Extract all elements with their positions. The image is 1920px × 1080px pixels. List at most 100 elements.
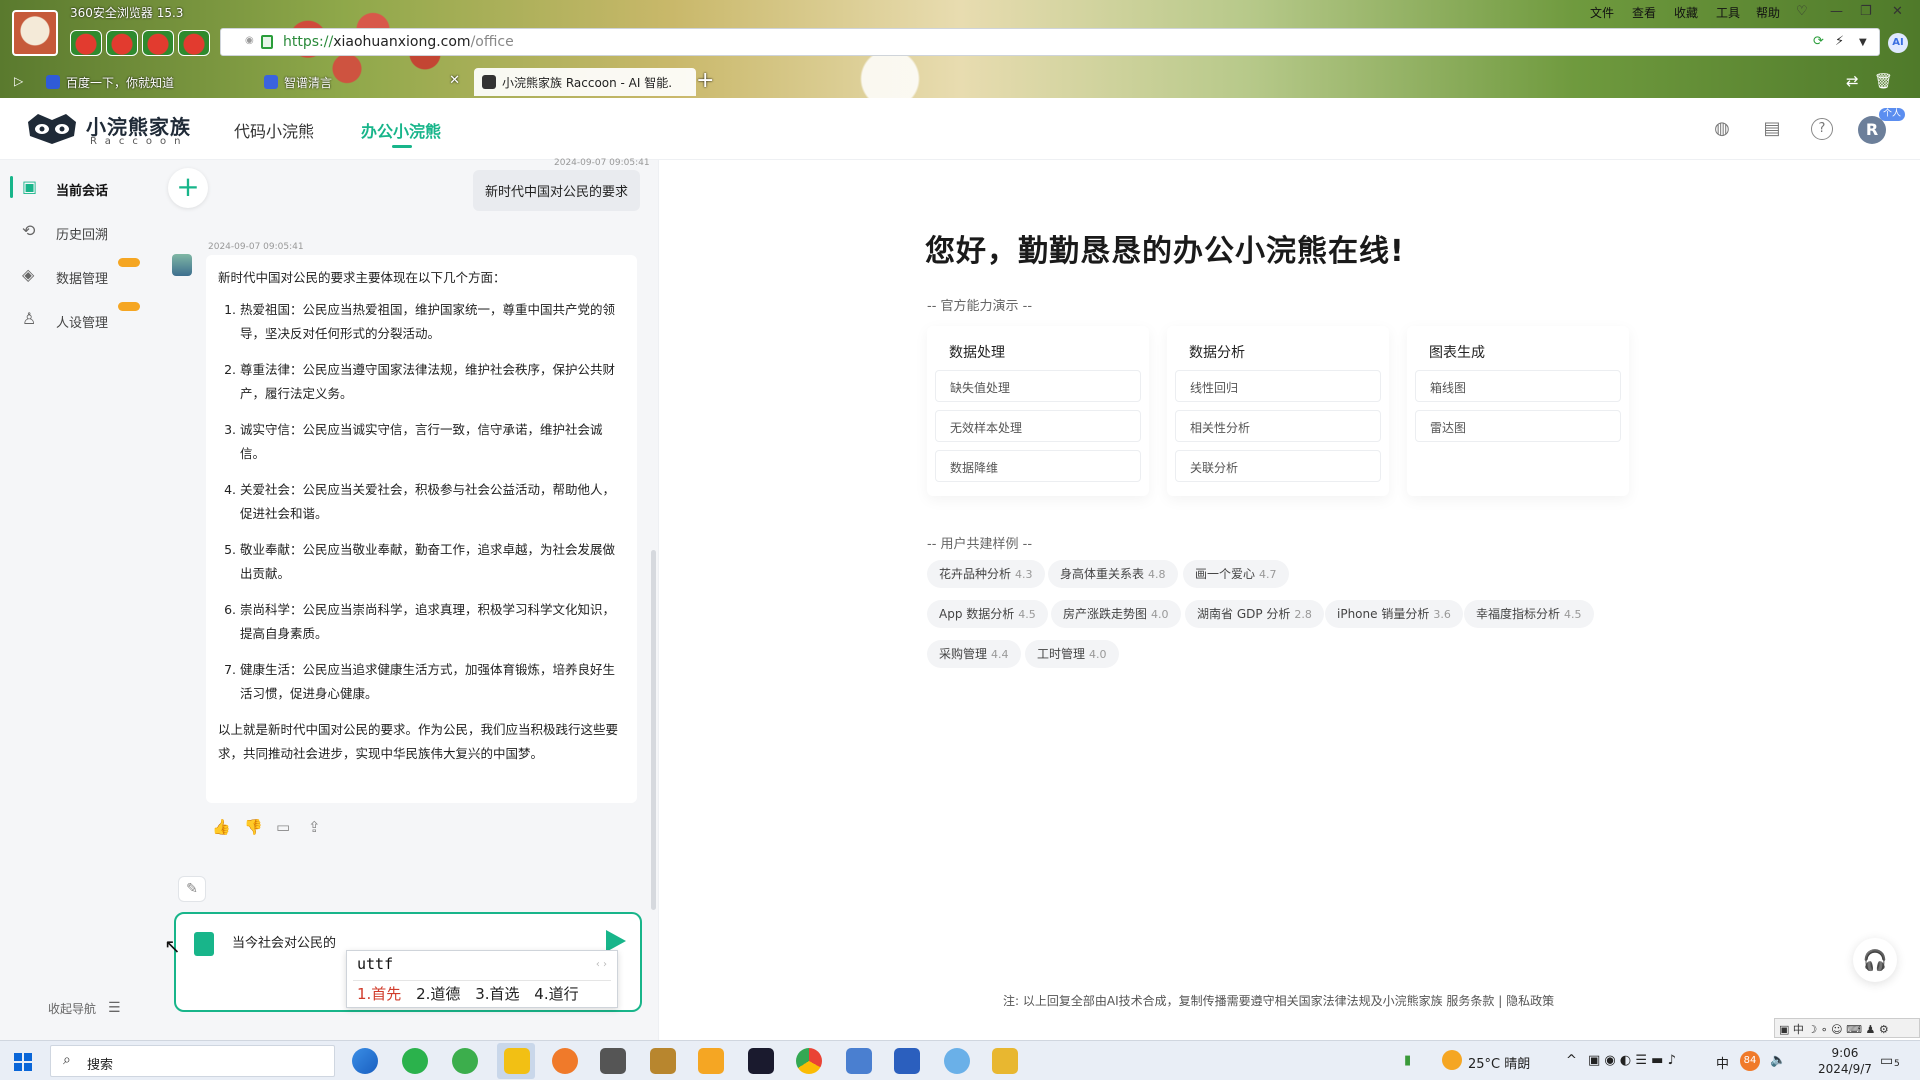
weather-text[interactable]: 25°C 晴朗 — [1468, 1053, 1530, 1072]
thumbs-up-icon[interactable]: 👍 — [212, 818, 231, 836]
url-text[interactable]: https://xiaohuanxiong.com/office — [283, 34, 514, 50]
game-app-icon[interactable] — [650, 1048, 676, 1074]
wechat-app-icon[interactable] — [402, 1048, 428, 1074]
customer-service-icon[interactable]: 🎧 — [1853, 938, 1897, 982]
windows-start-icon[interactable] — [14, 1053, 32, 1071]
dropdown-icon[interactable]: ▼ — [1859, 37, 1867, 48]
document-icon[interactable]: ▤ — [1761, 118, 1783, 140]
capability-item[interactable]: 数据降维 — [935, 450, 1141, 482]
example-tag[interactable]: iPhone 销量分析 3.6 — [1325, 600, 1463, 628]
lightning-icon[interactable]: ⚡ — [1835, 34, 1844, 49]
example-tag[interactable]: 幸福度指标分析 4.5 — [1464, 600, 1594, 628]
new-tab-button[interactable]: + — [696, 68, 714, 93]
speaker-icon[interactable]: 🔈 — [1770, 1053, 1786, 1068]
capability-item[interactable]: 无效样本处理 — [935, 410, 1141, 442]
tab-list-icon[interactable]: ⇄ — [1846, 72, 1859, 90]
send-button[interactable] — [606, 930, 626, 952]
edge-app-icon[interactable] — [352, 1048, 378, 1074]
notes-app-icon[interactable] — [698, 1048, 724, 1074]
security-badge[interactable]: 84 — [1740, 1051, 1760, 1071]
sidebar-item-persona-management[interactable]: ♙ 人设管理 — [8, 302, 150, 336]
minimize-icon[interactable]: — — [1830, 4, 1843, 19]
chevron-up-icon[interactable]: ^ — [1566, 1053, 1577, 1068]
capability-item[interactable]: 相关性分析 — [1175, 410, 1381, 442]
collapse-nav-label[interactable]: 收起导航 — [48, 1000, 96, 1017]
media-app-icon[interactable] — [600, 1048, 626, 1074]
menu-tools[interactable]: 工具 — [1716, 4, 1740, 21]
ai-assistant-button[interactable]: AI — [1888, 33, 1908, 53]
menu-favorites[interactable]: 收藏 — [1674, 4, 1698, 21]
tab-zhipu[interactable]: 智谱清言 ✕ — [256, 68, 466, 96]
close-icon[interactable]: ✕ — [1892, 4, 1903, 19]
capability-item[interactable]: 缺失值处理 — [935, 370, 1141, 402]
chrome-app-icon[interactable] — [796, 1048, 822, 1074]
share-icon[interactable]: ⇪ — [308, 818, 321, 836]
strawberry-icon[interactable] — [106, 30, 138, 56]
ime-page-arrows-icon[interactable]: ‹ › — [596, 959, 607, 970]
folder-app-icon[interactable] — [992, 1048, 1018, 1074]
notification-icon[interactable]: ▭ — [1880, 1053, 1893, 1069]
help-icon[interactable]: ? — [1811, 118, 1833, 140]
taskbar-search[interactable]: ⌕ 搜索 — [50, 1045, 335, 1077]
battery-app-icon[interactable]: ▮ — [1404, 1053, 1411, 1068]
new-chat-button[interactable]: + — [168, 168, 208, 208]
example-tag[interactable]: 采购管理 4.4 — [927, 640, 1021, 668]
example-tag[interactable]: 身高体重关系表 4.8 — [1048, 560, 1178, 588]
chat-input[interactable]: 当今社会对公民的 — [232, 932, 336, 951]
example-tag[interactable]: 画一个爱心 4.7 — [1183, 560, 1289, 588]
weather-sun-icon[interactable] — [1442, 1050, 1462, 1070]
skin-icon[interactable]: ♡ — [1796, 4, 1808, 19]
example-tag[interactable]: 湖南省 GDP 分析 2.8 — [1185, 600, 1324, 628]
tab-baidu[interactable]: 百度一下，你就知道 — [38, 68, 238, 96]
menu-view[interactable]: 查看 — [1632, 4, 1656, 21]
chat-scrollbar[interactable] — [651, 550, 656, 910]
trash-icon[interactable]: 🗑 — [1874, 72, 1893, 90]
maximize-icon[interactable]: ❐ — [1860, 4, 1872, 19]
network-app-icon[interactable] — [944, 1048, 970, 1074]
site-info-icon[interactable]: ◉ — [245, 35, 254, 46]
strawberry-icon[interactable] — [178, 30, 210, 56]
tray-icons[interactable]: ▣ ◉ ◐ ☰ ▬ ♪ — [1588, 1053, 1676, 1068]
strawberry-icon[interactable] — [70, 30, 102, 56]
clear-context-button[interactable]: ✎ — [178, 876, 206, 902]
ime-candidate[interactable]: 1.首先 — [357, 985, 401, 1003]
sidebar-item-current-session[interactable]: ▣ 当前会话 — [8, 170, 150, 204]
ime-candidate[interactable]: 4.道行 — [534, 985, 578, 1003]
menu-help[interactable]: 帮助 — [1756, 4, 1780, 21]
raccoon-logo-icon[interactable] — [24, 112, 80, 146]
globe-icon[interactable]: ◍ — [1711, 118, 1733, 140]
tab-close-icon[interactable]: ✕ — [449, 73, 460, 88]
file-upload-icon[interactable] — [194, 932, 214, 956]
address-bar[interactable]: ◉ https://xiaohuanxiong.com/office ⟳ ⚡ ▼ — [220, 28, 1880, 56]
lock-icon[interactable] — [261, 35, 273, 49]
collapse-nav-icon[interactable]: ☰ — [108, 1000, 121, 1016]
explorer-app-icon[interactable] — [846, 1048, 872, 1074]
360-browser-app-icon[interactable] — [504, 1048, 530, 1074]
capability-item[interactable]: 线性回归 — [1175, 370, 1381, 402]
nav-code-raccoon[interactable]: 代码小浣熊 — [234, 118, 314, 142]
example-tag[interactable]: 房产涨跌走势图 4.0 — [1051, 600, 1181, 628]
comment-icon[interactable]: ▭ — [276, 818, 290, 836]
word-app-icon[interactable] — [894, 1048, 920, 1074]
sidebar-item-history[interactable]: ⟲ 历史回溯 — [8, 214, 150, 248]
ime-toolbar[interactable]: ▣ 中 ☽ ∘ ☺ ⌨ ♟ ⚙ — [1774, 1018, 1920, 1038]
tab-raccoon[interactable]: 小浣熊家族 Raccoon - AI 智能... — [474, 68, 696, 96]
system-clock[interactable]: 9:06 2024/9/7 — [1818, 1045, 1872, 1077]
ime-indicator[interactable]: 中 — [1716, 1053, 1729, 1072]
example-tag[interactable]: 花卉品种分析 4.3 — [927, 560, 1045, 588]
capability-item[interactable]: 雷达图 — [1415, 410, 1621, 442]
jetbrains-app-icon[interactable] — [748, 1048, 774, 1074]
browser-avatar[interactable] — [12, 10, 58, 56]
orange-app-icon[interactable] — [552, 1048, 578, 1074]
refresh-shield-icon[interactable]: ⟳ — [1813, 34, 1824, 49]
strawberry-icon[interactable] — [142, 30, 174, 56]
nav-office-raccoon[interactable]: 办公小浣熊 — [361, 118, 441, 142]
ime-candidate[interactable]: 3.首选 — [475, 985, 519, 1003]
ime-candidate[interactable]: 2.道德 — [416, 985, 460, 1003]
ie-360-app-icon[interactable] — [452, 1048, 478, 1074]
capability-item[interactable]: 箱线图 — [1415, 370, 1621, 402]
menu-file[interactable]: 文件 — [1590, 4, 1614, 21]
capability-item[interactable]: 关联分析 — [1175, 450, 1381, 482]
sidebar-toggle-icon[interactable]: ▷ — [14, 74, 23, 88]
example-tag[interactable]: 工时管理 4.0 — [1025, 640, 1119, 668]
